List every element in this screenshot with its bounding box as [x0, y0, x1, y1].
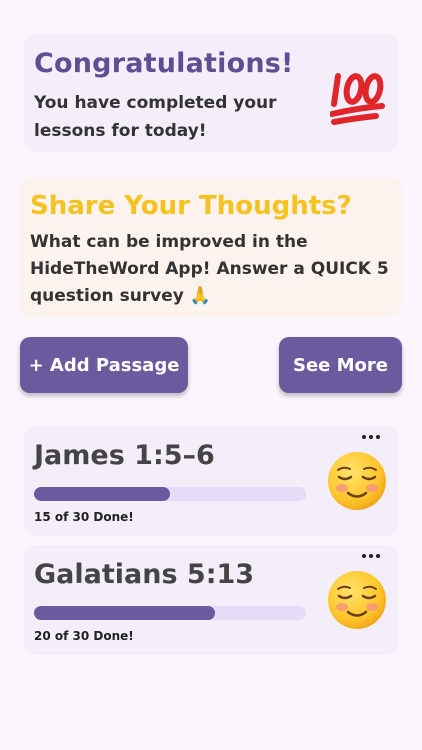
- add-passage-button[interactable]: + Add Passage: [20, 337, 188, 393]
- survey-message: What can be improved in the HideTheWord …: [30, 232, 389, 306]
- congrats-card: Congratulations! You have completed your…: [24, 34, 398, 152]
- progress-fill: [34, 487, 170, 501]
- survey-title: Share Your Thoughts?: [30, 191, 352, 221]
- progress-fill: [34, 606, 216, 620]
- passage-name: James 1:5–6: [34, 440, 215, 471]
- passage-card[interactable]: Galatians 5:13 20 of 30 Done!: [24, 545, 398, 655]
- hundred-points-icon: [330, 73, 385, 125]
- progress-track: [34, 606, 306, 620]
- congrats-message: You have completed your lessons for toda…: [34, 93, 277, 141]
- smiling-face-icon: [328, 571, 386, 629]
- see-more-button[interactable]: See More: [279, 337, 402, 393]
- smiling-face-icon: [328, 452, 386, 510]
- passage-name: Galatians 5:13: [34, 559, 255, 590]
- progress-status: 20 of 30 Done!: [34, 629, 134, 643]
- more-options-icon[interactable]: [362, 435, 380, 441]
- passage-card[interactable]: James 1:5–6 15 of 30 Done!: [24, 426, 398, 536]
- congrats-title: Congratulations!: [34, 48, 294, 79]
- survey-card[interactable]: Share Your Thoughts? What can be improve…: [20, 177, 402, 317]
- progress-status: 15 of 30 Done!: [34, 510, 134, 524]
- progress-track: [34, 487, 306, 501]
- more-options-icon[interactable]: [362, 554, 380, 560]
